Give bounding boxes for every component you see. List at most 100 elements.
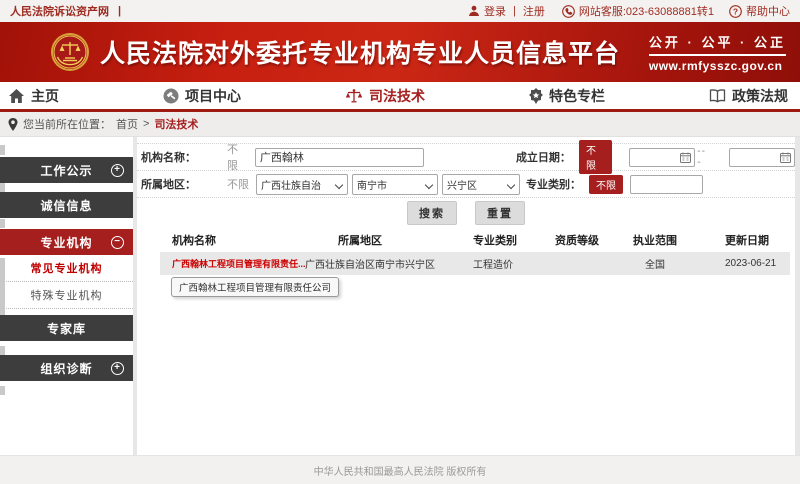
org-name-text: 广西翰林工程项目管理有限责任... <box>172 257 305 270</box>
establish-date-end-input[interactable] <box>729 148 795 167</box>
sidebar-accent <box>0 258 5 315</box>
expand-plus-icon[interactable]: + <box>111 164 124 177</box>
sidebar-submenu: 常见专业机构 特殊专业机构 <box>0 255 133 309</box>
sidebar-item-label: 组织诊断 <box>40 360 92 377</box>
footer: 中华人民共和国最高人民法院 版权所有 <box>0 455 800 484</box>
masthead: 人民法院对外委托专业机构专业人员信息平台 公开 · 公平 · 公正 www.rm… <box>0 22 800 82</box>
submenu-item-special-orgs[interactable]: 特殊专业机构 <box>0 282 133 309</box>
service-hotline[interactable]: 网站客服:023-63088881转1 <box>562 3 714 19</box>
sidebar-accent <box>0 386 5 395</box>
search-filters: 机构名称： 不限 成立日期： 不限 --- 所属地区： 不限 广西壮族自治 南宁… <box>137 143 795 198</box>
home-icon <box>8 88 25 104</box>
sidebar-item-label: 专家库 <box>47 320 86 337</box>
sidebar-item-org-diagnosis[interactable]: 组织诊断 + <box>0 355 133 381</box>
sidebar-item-label: 工作公示 <box>40 162 92 179</box>
col-header-org-name: 机构名称 <box>160 232 305 248</box>
nav-item-featured[interactable]: 特色专栏 <box>529 86 605 106</box>
portal-site-link[interactable]: 人民法院诉讼资产网 <box>10 3 109 19</box>
establish-date-label: 成立日期： <box>516 149 571 165</box>
submenu-item-common-orgs[interactable]: 常见专业机构 <box>0 255 133 282</box>
breadcrumb-current: 司法技术 <box>154 116 198 132</box>
help-center-link[interactable]: ? 帮助中心 <box>729 3 790 19</box>
nav-item-judicial-tech[interactable]: 司法技术 <box>345 86 425 106</box>
org-name-unlimited[interactable]: 不限 <box>227 141 248 173</box>
platform-title: 人民法院对外委托专业机构专业人员信息平台 <box>100 34 620 70</box>
question-icon: ? <box>729 5 742 18</box>
region-label: 所属地区： <box>141 176 197 192</box>
category-label: 专业类别： <box>526 176 581 192</box>
expand-plus-icon[interactable]: + <box>111 362 124 375</box>
org-name-link[interactable]: 广西翰林工程项目管理有限责任... <box>160 257 305 270</box>
cell-region: 广西壮族自治区南宁市兴宁区 <box>305 256 465 271</box>
sidebar-item-work-publicity[interactable]: 工作公示 + <box>0 157 133 183</box>
cell-category: 工程造价 <box>465 256 543 271</box>
province-select[interactable]: 广西壮族自治 <box>256 174 348 195</box>
nav-item-home[interactable]: 主页 <box>8 86 59 106</box>
sidebar-item-professional-orgs[interactable]: 专业机构 − <box>0 229 133 255</box>
breadcrumb-prefix: 您当前所在位置： <box>23 116 111 132</box>
sidebar-accent <box>0 183 5 192</box>
sidebar-accent <box>0 145 5 155</box>
city-select[interactable]: 南宁市 <box>352 174 438 195</box>
nav-item-policies[interactable]: 政策法规 <box>709 86 788 106</box>
location-pin-icon <box>8 118 18 131</box>
main-area: 工作公示 + 诚信信息 专业机构 − 常见专业机构 特殊专业机构 专家库 组织诊… <box>0 137 800 455</box>
search-button[interactable]: 搜索 <box>407 201 457 225</box>
filter-row-2: 所属地区： 不限 广西壮族自治 南宁市 兴宁区 专业类别： 不限 <box>137 171 795 198</box>
service-hotline-label: 网站客服:023-63088881转1 <box>579 3 714 19</box>
nav-label: 司法技术 <box>369 86 425 106</box>
col-header-region: 所属地区 <box>305 232 465 248</box>
table-header-row: 机构名称 所属地区 专业类别 资质等级 执业范围 更新日期 <box>160 228 790 252</box>
nav-label: 政策法规 <box>732 86 788 106</box>
project-icon <box>163 88 179 104</box>
badge-icon <box>529 88 543 104</box>
district-select[interactable]: 兴宁区 <box>442 174 520 195</box>
org-name-input[interactable] <box>255 148 424 167</box>
main-nav: 主页 项目中心 司法技术 特色专栏 政策法规 <box>0 82 800 112</box>
establish-date-start-input[interactable] <box>629 148 695 167</box>
login-link[interactable]: 登录 <box>468 3 506 19</box>
establish-date-unlimited-button[interactable]: 不限 <box>579 140 612 174</box>
org-name-tooltip: 广西翰林工程项目管理有限责任公司 <box>171 277 339 297</box>
help-center-label: 帮助中心 <box>746 3 790 19</box>
category-input[interactable] <box>630 175 703 194</box>
copyright-text: 中华人民共和国最高人民法院 版权所有 <box>314 463 487 484</box>
nav-label: 项目中心 <box>185 86 241 106</box>
scales-icon <box>345 88 363 104</box>
breadcrumb: 您当前所在位置： 首页 > 司法技术 <box>0 112 800 137</box>
login-label: 登录 <box>484 3 506 19</box>
calendar-icon[interactable] <box>780 152 791 163</box>
breadcrumb-home-link[interactable]: 首页 <box>116 116 138 132</box>
slogan: 公开 · 公平 · 公正 <box>649 32 786 51</box>
col-header-scope: 执业范围 <box>621 232 711 248</box>
date-range-separator: --- <box>697 146 709 168</box>
org-name-label: 机构名称： <box>141 149 197 165</box>
register-link[interactable]: 注册 <box>523 3 545 19</box>
nav-item-project-center[interactable]: 项目中心 <box>163 86 241 106</box>
sidebar-item-label: 专业机构 <box>40 234 92 251</box>
collapse-minus-icon[interactable]: − <box>111 236 124 249</box>
svg-text:?: ? <box>733 6 738 16</box>
top-utility-bar: 人民法院诉讼资产网 | 登录 | 注册 网站客服:023-63088881转1 … <box>0 0 800 22</box>
col-header-grade: 资质等级 <box>543 232 621 248</box>
sidebar-item-expert-pool[interactable]: 专家库 <box>0 315 133 341</box>
sidebar: 工作公示 + 诚信信息 专业机构 − 常见专业机构 特殊专业机构 专家库 组织诊… <box>0 137 133 455</box>
results-table: 机构名称 所属地区 专业类别 资质等级 执业范围 更新日期 广西翰林工程项目管理… <box>160 228 790 275</box>
region-unlimited[interactable]: 不限 <box>227 176 249 192</box>
nav-label: 特色专栏 <box>549 86 605 106</box>
sidebar-item-integrity-info[interactable]: 诚信信息 <box>0 192 133 218</box>
filter-actions: 搜索 重置 <box>137 198 795 228</box>
breadcrumb-separator: > <box>143 118 149 130</box>
calendar-icon[interactable] <box>680 152 691 163</box>
reset-button[interactable]: 重置 <box>475 201 525 225</box>
sidebar-accent <box>0 219 5 228</box>
category-unlimited-button[interactable]: 不限 <box>589 175 623 194</box>
court-emblem-logo <box>50 32 90 72</box>
filter-row-1: 机构名称： 不限 成立日期： 不限 --- <box>137 144 795 171</box>
phone-icon <box>562 5 575 18</box>
nav-label: 主页 <box>31 86 59 106</box>
website-url: www.rmfysszc.gov.cn <box>649 59 786 73</box>
topbar-divider: | <box>118 5 121 17</box>
table-row[interactable]: 广西翰林工程项目管理有限责任... 广西壮族自治区南宁市兴宁区 工程造价 全国 … <box>160 252 790 275</box>
sidebar-item-label: 诚信信息 <box>40 197 92 214</box>
